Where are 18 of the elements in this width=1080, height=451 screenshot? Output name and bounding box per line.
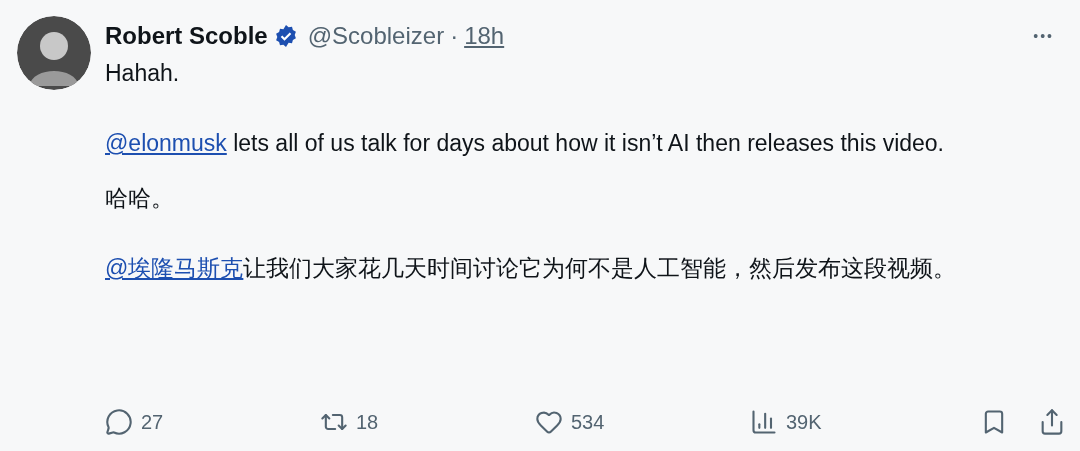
mention-link[interactable]: @elonmusk (105, 130, 227, 156)
mention-link[interactable]: @埃隆马斯克 (105, 255, 244, 281)
more-options-button[interactable]: ••• (1033, 29, 1054, 43)
like-button[interactable]: 534 (535, 407, 605, 437)
post-text: @elonmusk lets all of us talk for days about how it isn’t AI then releases this video. (105, 129, 945, 158)
repost-button[interactable]: 18 (320, 407, 379, 437)
avatar[interactable] (17, 16, 91, 90)
post-text: @埃隆马斯克让我们大家花几天时间讨论它为何不是人工智能，然后发布这段视频。 (105, 254, 958, 283)
reply-icon (105, 408, 133, 436)
views-button[interactable]: 39K (750, 407, 822, 437)
post-text: 哈哈。 (105, 184, 175, 213)
reply-button[interactable]: 27 (105, 407, 164, 437)
author-handle[interactable]: @Scobleizer (307, 24, 445, 48)
post-time[interactable]: 18h (464, 24, 505, 48)
separator-dot: · (450, 24, 459, 48)
bar-chart-icon (750, 408, 778, 436)
post-text: Hahah. (105, 59, 181, 88)
author-name[interactable]: Robert Scoble (105, 24, 268, 48)
